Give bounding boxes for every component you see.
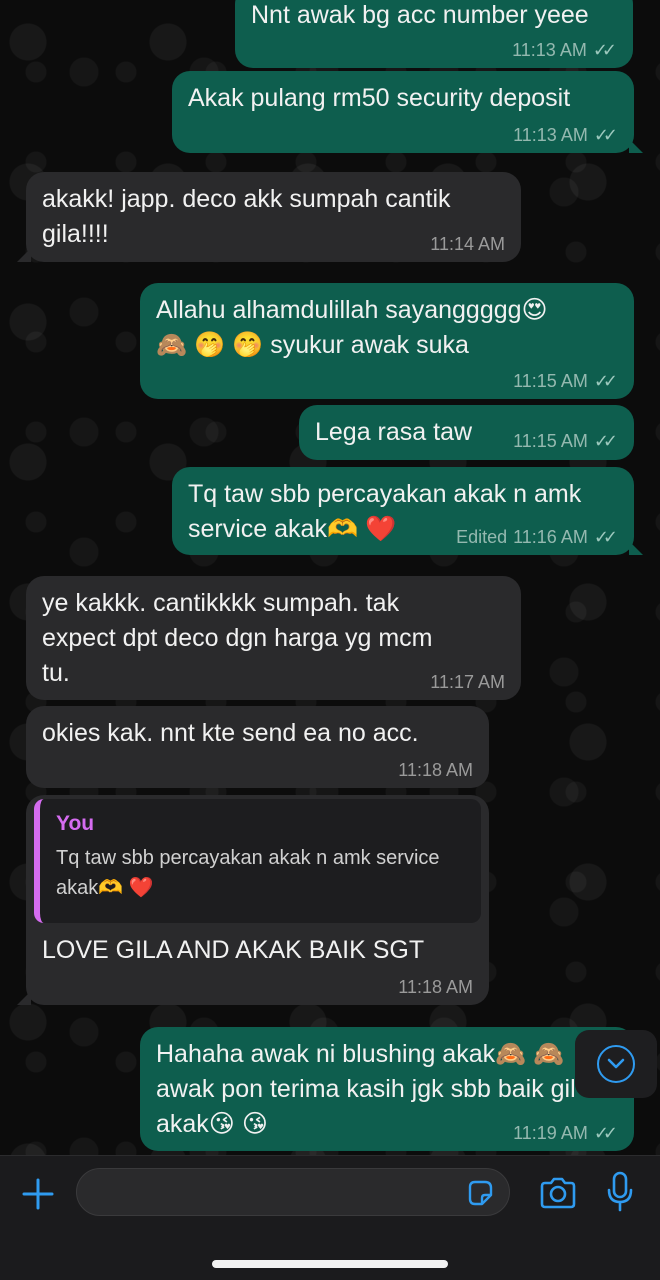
message-meta: 11:13 AM ✓✓ xyxy=(513,125,618,145)
message-time: 11:17 AM xyxy=(430,672,505,692)
message-meta: 11:17 AM xyxy=(430,672,505,692)
message-meta: 11:14 AM xyxy=(430,234,505,254)
message-time: 11:14 AM xyxy=(430,234,505,254)
message-time: 11:15 AM xyxy=(513,431,588,451)
read-ticks-icon: ✓✓ xyxy=(593,527,618,547)
message-meta: 11:13 AM ✓✓ xyxy=(512,40,617,60)
message-text: Allahu alhamdulillah sayanggggg😍 🙈 🤭 🤭 s… xyxy=(156,296,548,359)
microphone-icon[interactable] xyxy=(604,1170,636,1214)
message-text: Akak pulang rm50 security deposit xyxy=(188,84,571,112)
bubble-tail xyxy=(17,991,31,1005)
home-indicator xyxy=(212,1260,448,1268)
message-meta: 11:19 AM ✓✓ xyxy=(513,1123,618,1143)
message-text: Nnt awak bg acc number yeee xyxy=(251,1,589,29)
read-ticks-icon: ✓✓ xyxy=(593,1123,618,1143)
message-text: LOVE GILA AND AKAK BAIK SGT xyxy=(42,936,425,964)
read-ticks-icon: ✓✓ xyxy=(592,40,617,60)
sticker-icon[interactable] xyxy=(465,1178,495,1208)
message-time: 11:13 AM xyxy=(512,40,587,60)
message-meta: 11:18 AM xyxy=(398,760,473,780)
message-meta: 11:18 AM xyxy=(398,977,473,997)
scroll-down-icon xyxy=(597,1045,635,1083)
read-ticks-icon: ✓✓ xyxy=(593,431,618,451)
edited-label: Edited xyxy=(456,527,508,547)
message-time: 11:16 AM xyxy=(513,527,588,547)
read-ticks-icon: ✓✓ xyxy=(593,125,618,145)
bubble-tail xyxy=(17,248,31,262)
message-time: 11:15 AM xyxy=(513,371,588,391)
message-outgoing[interactable]: Nnt awak bg acc number yeee 11:13 AM ✓✓ xyxy=(235,0,633,68)
message-outgoing[interactable]: Allahu alhamdulillah sayanggggg😍 🙈 🤭 🤭 s… xyxy=(140,283,634,399)
message-incoming[interactable]: okies kak. nnt kte send ea no acc. 11:18… xyxy=(26,706,489,788)
message-incoming[interactable]: akakk! japp. deco akk sumpah cantik gila… xyxy=(17,172,521,262)
quote-text: Tq taw sbb percayakan akak n amk service… xyxy=(56,847,440,899)
message-time: 11:13 AM xyxy=(513,125,588,145)
message-outgoing[interactable]: Akak pulang rm50 security deposit 11:13 … xyxy=(172,71,643,153)
bubble-tail xyxy=(629,541,643,555)
bubble-tail xyxy=(629,139,643,153)
message-time: 11:19 AM xyxy=(513,1123,588,1143)
message-outgoing[interactable]: Lega rasa taw 11:15 AM ✓✓ xyxy=(299,405,634,460)
scroll-to-bottom-button[interactable] xyxy=(575,1030,657,1098)
plus-icon[interactable] xyxy=(18,1174,58,1214)
composer-bar xyxy=(0,1155,660,1280)
quoted-message[interactable]: You Tq taw sbb percayakan akak n amk ser… xyxy=(34,799,481,923)
camera-icon[interactable] xyxy=(538,1174,578,1212)
message-incoming-reply[interactable]: You Tq taw sbb percayakan akak n amk ser… xyxy=(17,795,489,1005)
message-time: 11:18 AM xyxy=(398,977,473,997)
message-meta: 11:15 AM ✓✓ xyxy=(513,371,618,391)
message-time: 11:18 AM xyxy=(398,760,473,780)
quote-author: You xyxy=(56,812,95,835)
chat-background: Nnt awak bg acc number yeee 11:13 AM ✓✓ … xyxy=(0,0,660,1155)
message-outgoing[interactable]: Hahaha awak ni blushing akak🙈 🙈 awak pon… xyxy=(140,1027,634,1151)
message-outgoing[interactable]: Tq taw sbb percayakan akak n amk service… xyxy=(172,467,643,555)
message-meta: Edited 11:16 AM ✓✓ xyxy=(456,527,618,547)
message-text: okies kak. nnt kte send ea no acc. xyxy=(42,719,419,747)
message-incoming[interactable]: ye kakkk. cantikkkk sumpah. tak expect d… xyxy=(26,576,521,700)
message-meta: 11:15 AM ✓✓ xyxy=(513,431,618,451)
message-input[interactable] xyxy=(76,1168,510,1216)
read-ticks-icon: ✓✓ xyxy=(593,371,618,391)
